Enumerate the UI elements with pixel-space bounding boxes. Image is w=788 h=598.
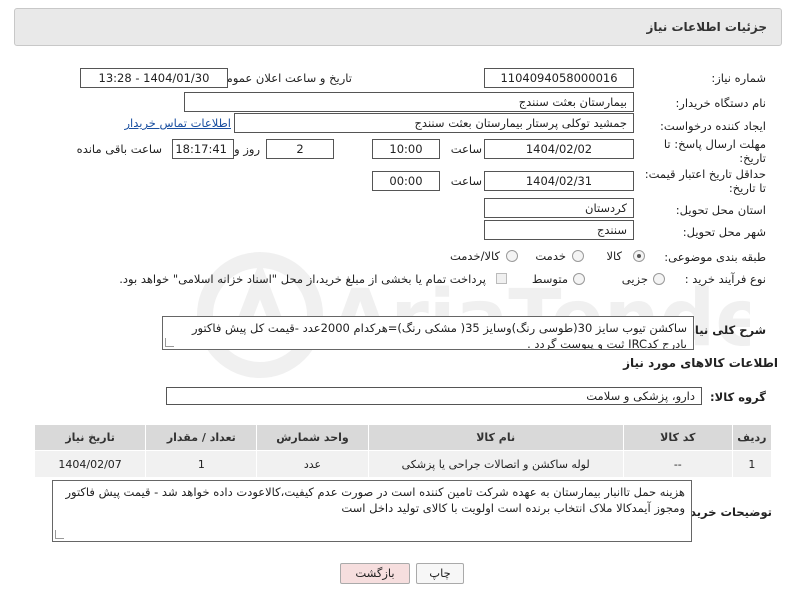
page-title: جزئیات اطلاعات نیاز xyxy=(646,20,767,34)
category-option-goods-service: کالا/خدمت xyxy=(449,249,500,263)
creator-field: جمشید توکلی پرستار بیمارستان بعثت سنندج xyxy=(234,113,634,133)
goods-group-field: دارو، پزشکی و سلامت xyxy=(166,387,702,405)
validity-date-field: 1404/02/31 xyxy=(484,171,634,191)
need-number-field: 1104094058000016 xyxy=(484,68,634,88)
goods-table: ردیف کد کالا نام کالا واحد شمارش تعداد /… xyxy=(33,424,773,478)
days-count-field: 2 xyxy=(266,139,334,159)
resize-grip-icon xyxy=(165,338,174,347)
validity-label: حداقل تاریخ اعتبار قیمت: xyxy=(644,167,766,181)
treasury-note: پرداخت تمام یا بخشی از مبلغ خرید،از محل … xyxy=(119,272,486,286)
category-label: طبقه بندی موضوعی: xyxy=(664,250,766,264)
city-label: شهر محل تحویل: xyxy=(682,225,766,239)
col-code-header: کد کالا xyxy=(622,424,733,451)
remaining-label: ساعت باقی مانده xyxy=(76,142,162,156)
category-radio-service[interactable] xyxy=(572,250,584,262)
validity-label-2: تا تاریخ: xyxy=(728,181,766,195)
process-radio-medium[interactable] xyxy=(573,273,585,285)
cell-row: 1 xyxy=(731,450,773,478)
process-option-minor: جزیی xyxy=(621,272,648,286)
days-label: روز و xyxy=(234,142,260,156)
deadline-label: مهلت ارسال پاسخ: تا xyxy=(663,137,766,151)
table-header-row: ردیف کد کالا نام کالا واحد شمارش تعداد /… xyxy=(33,424,773,451)
buyer-notes-textarea[interactable]: هزینه حمل تاانبار بیمارستان به عهده شرکت… xyxy=(52,480,692,542)
buyer-org-field: بیمارستان بعثت سنندج xyxy=(184,92,634,112)
resize-grip-icon xyxy=(55,530,64,539)
buyer-org-label: نام دستگاه خریدار: xyxy=(675,96,766,110)
creator-label: ایجاد کننده درخواست: xyxy=(660,119,766,133)
deadline-time-field: 10:00 xyxy=(372,139,440,159)
cell-name: لوله ساکشن و اتصالات جراحی یا پزشکی xyxy=(367,450,624,478)
announce-label: تاریخ و ساعت اعلان عمومی: xyxy=(213,71,352,85)
description-label: شرح کلی نیاز: xyxy=(683,323,766,337)
category-radio-goods-service[interactable] xyxy=(506,250,518,262)
back-button[interactable]: بازگشت xyxy=(340,563,410,584)
province-label: استان محل تحویل: xyxy=(675,203,766,217)
province-field: کردستان xyxy=(484,198,634,218)
buyer-notes-text: هزینه حمل تاانبار بیمارستان به عهده شرکت… xyxy=(65,485,685,515)
col-row-header: ردیف xyxy=(731,424,773,451)
header-panel: جزئیات اطلاعات نیاز xyxy=(14,8,782,46)
description-textarea[interactable]: ساکشن تیوب سایز 30(طوسی رنگ)وسایز 35( مش… xyxy=(162,316,694,350)
category-radio-goods[interactable] xyxy=(633,250,645,262)
remaining-time-field: 18:17:41 xyxy=(172,139,234,159)
goods-group-label: گروه کالا: xyxy=(710,390,766,404)
table-row: 1 -- لوله ساکشن و اتصالات جراحی یا پزشکی… xyxy=(33,450,773,478)
col-unit-header: واحد شمارش xyxy=(256,424,369,451)
deadline-label-2: تاریخ: xyxy=(739,151,766,165)
description-text: ساکشن تیوب سایز 30(طوسی رنگ)وسایز 35( مش… xyxy=(191,321,687,350)
process-radio-minor[interactable] xyxy=(653,273,665,285)
validity-time-field: 00:00 xyxy=(372,171,440,191)
deadline-time-label: ساعت xyxy=(450,142,482,156)
treasury-checkbox[interactable] xyxy=(496,273,507,284)
deadline-date-field: 1404/02/02 xyxy=(484,139,634,159)
cell-code: -- xyxy=(622,450,733,478)
cell-unit: عدد xyxy=(256,450,369,478)
col-date-header: تاریخ نیاز xyxy=(33,424,147,451)
city-field: سنندج xyxy=(484,220,634,240)
col-qty-header: تعداد / مقدار xyxy=(145,424,258,451)
print-button[interactable]: چاپ xyxy=(416,563,464,584)
cell-date: 1404/02/07 xyxy=(33,450,147,478)
announce-field: 1404/01/30 - 13:28 xyxy=(80,68,228,88)
need-number-label: شماره نیاز: xyxy=(711,71,766,85)
buyer-contact-link[interactable]: اطلاعات تماس خریدار xyxy=(124,116,231,130)
col-name-header: نام کالا xyxy=(367,424,624,451)
category-option-service: خدمت xyxy=(535,249,566,263)
process-label: نوع فرآیند خرید : xyxy=(684,272,766,286)
validity-time-label: ساعت xyxy=(450,174,482,188)
goods-section-title: اطلاعات کالاهای مورد نیاز xyxy=(623,356,778,370)
cell-qty: 1 xyxy=(145,450,258,478)
process-option-medium: متوسط xyxy=(531,272,568,286)
category-option-goods: کالا xyxy=(606,249,622,263)
